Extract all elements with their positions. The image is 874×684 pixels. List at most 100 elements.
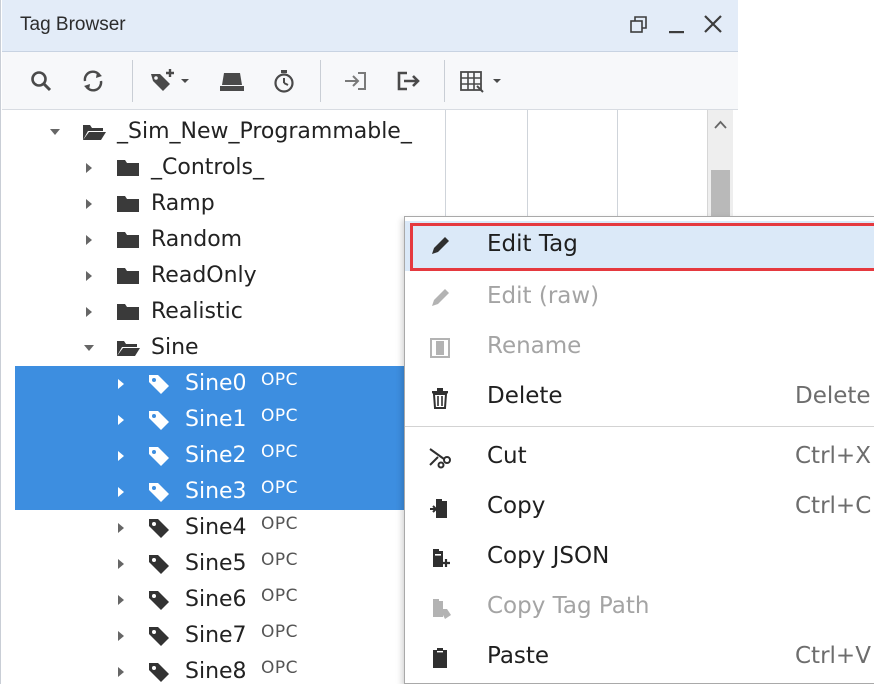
tree-label: Sine5 (185, 551, 247, 576)
menu-item-cut[interactable]: Cut Ctrl+X (405, 433, 874, 483)
tree-row-tag[interactable]: Sine3 OPC (15, 474, 407, 510)
expanded-arrow-icon[interactable] (83, 342, 95, 354)
tag-icon (149, 663, 169, 682)
tree-label: _Controls_ (151, 155, 264, 180)
collapsed-arrow-icon[interactable] (115, 630, 127, 642)
paste-icon (427, 645, 453, 671)
collapsed-arrow-icon[interactable] (115, 486, 127, 498)
tag-type-badge: OPC (261, 550, 299, 570)
tree-label: _Sim_New_Programmable_ (117, 119, 412, 144)
tag-type-badge: OPC (261, 406, 299, 426)
tree-row-folder[interactable]: ReadOnly (15, 258, 407, 294)
collapsed-arrow-icon[interactable] (83, 162, 95, 174)
tag-icon (149, 411, 169, 430)
copy-icon (427, 495, 453, 521)
tree-label: Realistic (151, 299, 243, 324)
tag-type-badge: OPC (261, 586, 299, 606)
menu-item-edit-tag[interactable]: Edit Tag (405, 221, 874, 271)
copy-path-icon (427, 595, 453, 621)
tag-type-badge: OPC (261, 370, 299, 390)
menu-item-shortcut: Delete (795, 383, 871, 409)
chevron-up-icon[interactable] (708, 110, 733, 140)
timer-icon[interactable] (266, 64, 302, 98)
menu-item-label: Delete (487, 383, 563, 409)
copy-json-icon (427, 545, 453, 571)
add-tag-icon[interactable] (146, 64, 194, 98)
menu-item-copy-tag-path[interactable]: Copy Tag Path (405, 583, 874, 633)
tree-row-tag[interactable]: Sine7 OPC (15, 618, 407, 654)
tree-label: Sine0 (185, 371, 247, 396)
tree-row-tag[interactable]: Sine5 OPC (15, 546, 407, 582)
tag-type-badge: OPC (261, 622, 299, 642)
tree-row-tag[interactable]: Sine0 OPC (15, 366, 407, 402)
collapsed-arrow-icon[interactable] (115, 558, 127, 570)
collapsed-arrow-icon[interactable] (115, 450, 127, 462)
tree-label: Ramp (151, 191, 215, 216)
tree-row-tag[interactable]: Sine2 OPC (15, 438, 407, 474)
collapsed-arrow-icon[interactable] (115, 594, 127, 606)
table-view-icon[interactable] (456, 64, 504, 98)
tree-label: Sine7 (185, 623, 247, 648)
device-icon[interactable] (214, 64, 250, 98)
collapsed-arrow-icon[interactable] (115, 522, 127, 534)
menu-item-edit-raw[interactable]: Edit (raw) (405, 273, 874, 323)
tree-label: Sine8 (185, 659, 247, 684)
menu-item-copy[interactable]: Copy Ctrl+C (405, 483, 874, 533)
tag-icon (149, 483, 169, 502)
menu-item-shortcut: Ctrl+V (795, 643, 871, 669)
tree-label: ReadOnly (151, 263, 257, 288)
menu-item-copy-json[interactable]: Copy JSON (405, 533, 874, 583)
tree-row-tag[interactable]: Sine6 OPC (15, 582, 407, 618)
tree-label: Random (151, 227, 243, 252)
minimize-icon[interactable] (662, 8, 692, 42)
tag-type-badge: OPC (261, 442, 299, 462)
folder-icon (117, 268, 139, 284)
collapsed-arrow-icon[interactable] (83, 234, 95, 246)
folder-icon (117, 232, 139, 248)
menu-item-label: Cut (487, 443, 527, 469)
close-icon[interactable] (698, 8, 728, 42)
collapsed-arrow-icon[interactable] (83, 198, 95, 210)
rename-icon (427, 335, 453, 361)
menu-item-label: Edit (raw) (487, 283, 600, 309)
tree-row-tag[interactable]: Sine4 OPC (15, 510, 407, 546)
import-icon[interactable] (338, 64, 374, 98)
menu-item-paste[interactable]: Paste Ctrl+V (405, 633, 874, 683)
tree-row-tag[interactable]: Sine8 OPC (15, 654, 407, 684)
menu-item-shortcut: Ctrl+C (795, 493, 872, 519)
tag-type-badge: OPC (261, 478, 299, 498)
tree-row-tag[interactable]: Sine1 OPC (15, 402, 407, 438)
folder-open-icon (83, 125, 106, 140)
tag-icon (149, 591, 169, 610)
collapsed-arrow-icon[interactable] (83, 306, 95, 318)
menu-item-label: Rename (487, 333, 582, 359)
search-icon[interactable] (24, 64, 60, 98)
tree-label: Sine4 (185, 515, 247, 540)
collapsed-arrow-icon[interactable] (115, 378, 127, 390)
tree-row-folder[interactable]: Realistic (15, 294, 407, 330)
folder-icon (117, 160, 139, 176)
collapsed-arrow-icon[interactable] (83, 270, 95, 282)
collapsed-arrow-icon[interactable] (115, 666, 127, 678)
tag-icon (149, 375, 169, 394)
menu-item-label: Copy Tag Path (487, 593, 650, 619)
menu-separator (405, 426, 874, 427)
tree-row-folder[interactable]: Sine (15, 330, 407, 366)
tree-row-root[interactable]: _Sim_New_Programmable_ (15, 114, 412, 150)
scissors-icon (427, 445, 453, 471)
refresh-icon[interactable] (76, 64, 112, 98)
folder-icon (117, 196, 139, 212)
export-icon[interactable] (390, 64, 426, 98)
tree-label: Sine1 (185, 407, 247, 432)
menu-item-delete[interactable]: Delete Delete (405, 373, 874, 423)
expanded-arrow-icon[interactable] (49, 126, 61, 138)
tag-browser-toolbar (2, 52, 738, 110)
tree-row-folder[interactable]: _Controls_ (15, 150, 407, 186)
restore-icon[interactable] (624, 8, 654, 42)
menu-item-rename[interactable]: Rename (405, 323, 874, 373)
collapsed-arrow-icon[interactable] (115, 414, 127, 426)
tree-row-folder[interactable]: Ramp (15, 186, 407, 222)
tree-row-folder[interactable]: Random (15, 222, 407, 258)
toolbar-separator (320, 60, 321, 102)
menu-item-label: Copy (487, 493, 546, 519)
